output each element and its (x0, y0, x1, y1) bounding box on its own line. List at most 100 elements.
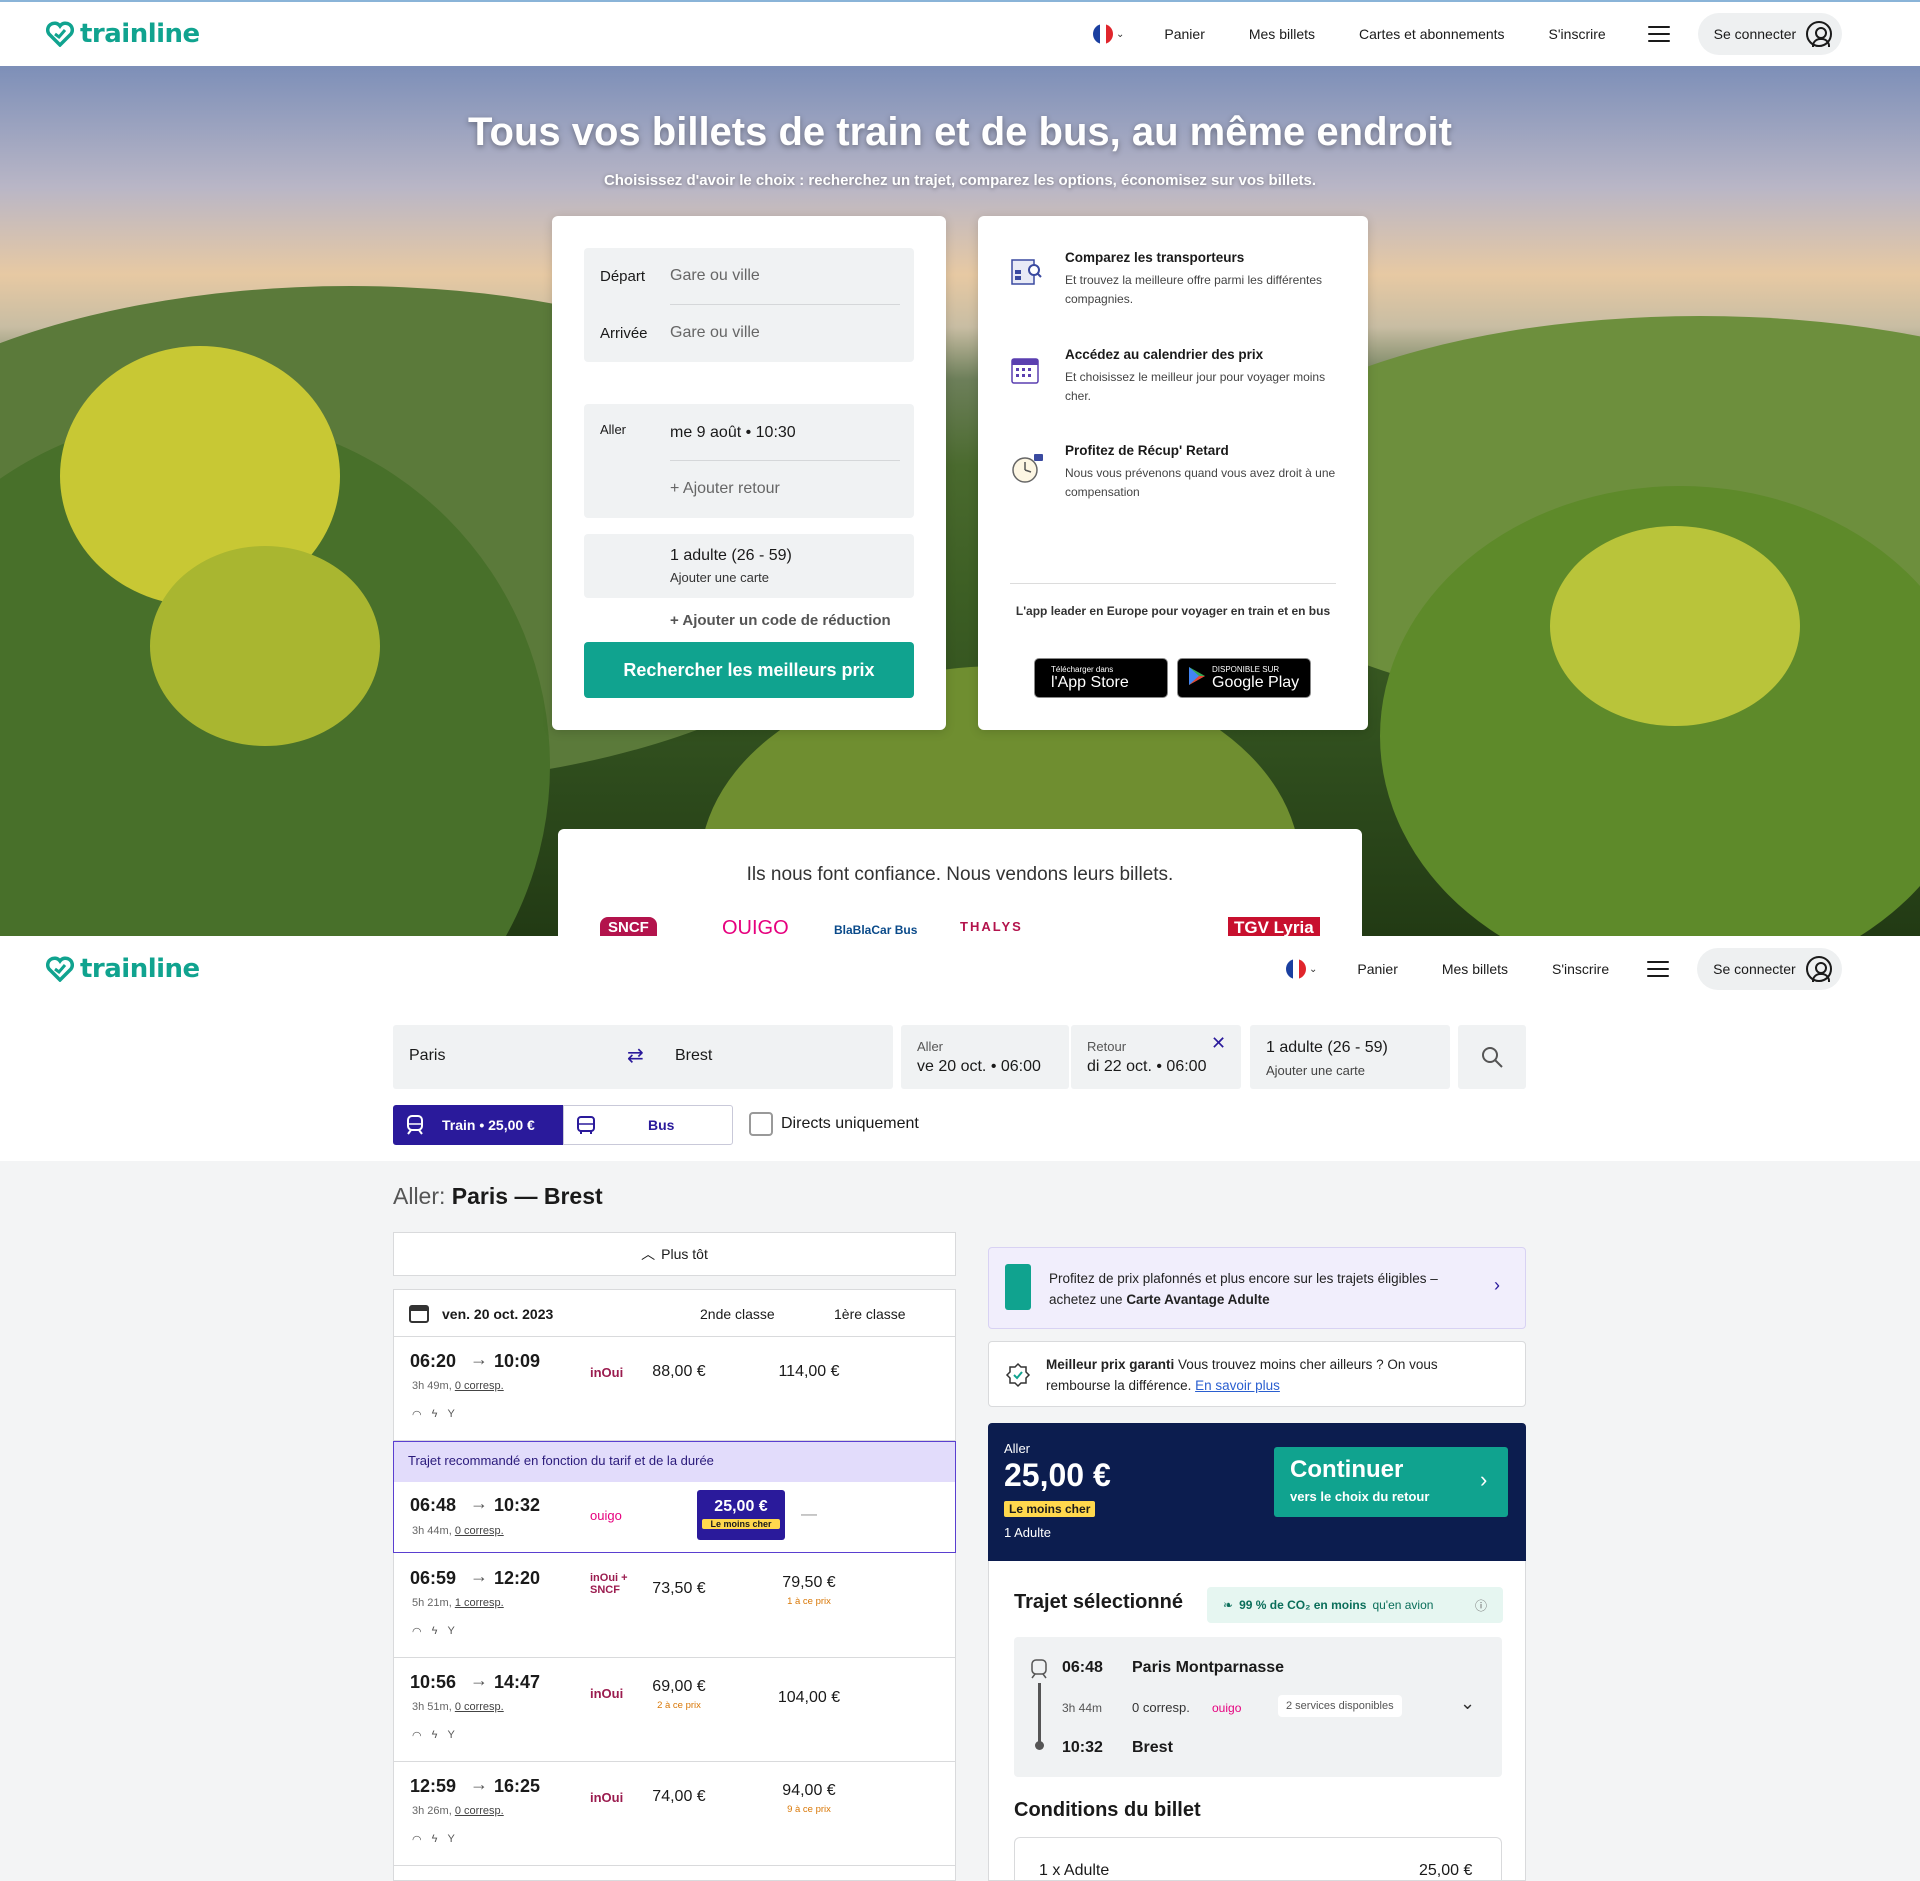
segment-dep-station: Paris Montparnasse (1132, 1659, 1285, 1676)
search-button[interactable]: Rechercher les meilleurs prix (584, 642, 914, 698)
arrow-right-icon: → (470, 1566, 488, 1586)
departure-time: 10:56 (410, 1672, 457, 1692)
services-icons: ◠ ϟ Y (412, 1408, 455, 1421)
timeline-line (1038, 1683, 1041, 1743)
feature-text: Et trouvez la meilleure offre parmi les … (1065, 273, 1323, 306)
retour-field[interactable]: Retour di 22 oct. • 06:00 ✕ (1071, 1025, 1241, 1089)
continue-button[interactable]: Continuer vers le choix du retour › (1274, 1447, 1508, 1517)
tab-train[interactable]: Train • 25,00 € (393, 1105, 563, 1145)
segment-arr-station: Brest (1132, 1739, 1173, 1756)
price-first[interactable]: 104,00 € (744, 1689, 874, 1707)
price-first[interactable]: 114,00 € (744, 1363, 874, 1381)
direct-only-checkbox[interactable] (749, 1112, 773, 1136)
price-second[interactable]: 88,00 € (614, 1363, 744, 1381)
nav-cartes[interactable]: Cartes et abonnements (1359, 26, 1505, 42)
chevron-right-icon: › (1480, 1467, 1488, 1492)
services-icons: ◠ ϟ Y (412, 1729, 455, 1742)
segment-corresp: 0 corresp. (1132, 1700, 1190, 1715)
trust-title: Ils nous font confiance. Nous vendons le… (746, 864, 1174, 885)
results-background (0, 1161, 1920, 1881)
heart-logo-icon (46, 21, 74, 47)
app-store-button[interactable]: Télécharger dans l'App Store (1034, 658, 1168, 698)
summary-price: 25,00 € (1004, 1457, 1111, 1493)
from-station[interactable]: Paris (409, 1047, 445, 1065)
brand-name: trainline (80, 19, 200, 49)
app-promo-text: L'app leader en Europe pour voyager en t… (1015, 604, 1331, 618)
nav-panier[interactable]: Panier (1357, 961, 1397, 977)
promo-code-link[interactable]: + Ajouter un code de réduction (670, 612, 891, 629)
arrival-time: 10:32 (494, 1495, 541, 1515)
nav-mes-billets[interactable]: Mes billets (1249, 26, 1315, 42)
arrivee-input[interactable]: Gare ou ville (670, 324, 760, 342)
nav-panier[interactable]: Panier (1164, 26, 1204, 42)
googleplay-small-label: DISPONIBLE SUR (1212, 665, 1280, 674)
price-second[interactable]: 74,00 € (614, 1788, 744, 1806)
google-play-button[interactable]: DISPONIBLE SUR Google Play (1177, 658, 1311, 698)
add-card-link[interactable]: Ajouter une carte (670, 570, 769, 585)
clear-return-icon[interactable]: ✕ (1211, 1033, 1226, 1054)
passengers-block[interactable]: 1 adulte (26 - 59) Ajouter une carte (584, 534, 914, 598)
services-icons: ◠ ϟ Y (412, 1833, 455, 1846)
blablacar-logo: BlaBlaCar Bus (834, 923, 918, 936)
nav-inscrire[interactable]: S'inscrire (1552, 961, 1609, 977)
france-flag-icon (1093, 24, 1113, 44)
departure-time: 12:59 (410, 1776, 457, 1796)
nav-mes-billets[interactable]: Mes billets (1442, 961, 1508, 977)
segment-card[interactable]: 06:48 Paris Montparnasse 3h 44m 0 corres… (1014, 1637, 1502, 1777)
price-first[interactable]: 94,00 € (744, 1782, 874, 1800)
arrow-right-icon: → (470, 1774, 488, 1794)
add-card-link[interactable]: Ajouter une carte (1266, 1063, 1365, 1078)
continue-sublabel: vers le choix du retour (1290, 1489, 1430, 1504)
price-second[interactable]: 69,00 € (614, 1678, 744, 1696)
language-selector[interactable]: ⌄ (1093, 24, 1124, 44)
summary-pax: 1 Adulte (1004, 1525, 1051, 1540)
price-first-unavailable: — (801, 1506, 817, 1523)
duration: 3h 44m, 0 corresp. (412, 1525, 504, 1537)
appstore-big-label: l'App Store (1051, 674, 1129, 691)
conditions-line: 1 x Adulte (1039, 1862, 1110, 1879)
avantage-card-promo[interactable]: Profitez de prix plafonnés et plus encor… (988, 1247, 1526, 1329)
menu-icon[interactable] (1647, 961, 1670, 977)
recommended-row[interactable]: Trajet recommandé en fonction du tarif e… (393, 1441, 956, 1553)
search-submit-button[interactable] (1458, 1025, 1526, 1089)
services-icons: ◠ ϟ Y (412, 1625, 455, 1638)
learn-more-link[interactable]: En savoir plus (1195, 1378, 1280, 1393)
arrival-time: 16:25 (494, 1776, 541, 1796)
depart-input[interactable]: Gare ou ville (670, 267, 760, 285)
arrival-time: 14:47 (494, 1672, 541, 1692)
best-price-card: Meilleur prix garanti Vous trouvez moins… (988, 1341, 1526, 1407)
trainline-logo[interactable]: trainline (46, 954, 200, 984)
card-icon (1005, 1264, 1031, 1310)
trust-section: Ils nous font confiance. Nous vendons le… (558, 829, 1362, 936)
aller-date-input[interactable]: me 9 août • 10:30 (670, 424, 796, 442)
passengers-field[interactable]: 1 adulte (26 - 59) Ajouter une carte (1250, 1025, 1450, 1089)
language-selector[interactable]: ⌄ (1286, 959, 1317, 979)
journey-row[interactable]: 06:20 → 10:09 3h 49m, 0 corresp. ◠ ϟ Y inO… (394, 1337, 955, 1441)
aller-field[interactable]: Aller ve 20 oct. • 06:00 (901, 1025, 1069, 1089)
nav-inscrire[interactable]: S'inscrire (1549, 26, 1606, 42)
add-return-button[interactable]: + Ajouter retour (670, 480, 780, 498)
ouigo-logo: OUIGO (722, 917, 789, 936)
timeline-dot (1035, 1741, 1044, 1750)
trainline-logo[interactable]: trainline (46, 19, 200, 49)
tab-bus[interactable]: Bus (563, 1105, 733, 1145)
summary-label: Aller (1004, 1441, 1031, 1456)
journey-row[interactable]: 10:56 → 14:47 3h 51m, 0 corresp. ◠ ϟ Y inO… (394, 1658, 955, 1762)
earlier-button[interactable]: ︿ Plus tôt (393, 1232, 956, 1276)
menu-icon[interactable] (1647, 26, 1670, 42)
aller-label: Aller (917, 1039, 944, 1054)
segment-operator: ouigo (1212, 1701, 1242, 1715)
login-button[interactable]: Se connecter (1697, 948, 1842, 990)
chevron-down-icon[interactable]: ⌄ (1460, 1693, 1475, 1714)
price-first[interactable]: 79,50 € (744, 1574, 874, 1592)
price-second[interactable]: 73,50 € (614, 1580, 744, 1598)
journey-row[interactable]: 12:59 → 16:25 3h 26m, 0 corresp. ◠ ϟ Y inO… (394, 1762, 955, 1866)
journey-row[interactable]: 06:59 → 12:20 5h 21m, 1 corresp. ◠ ϟ Y inO… (394, 1554, 955, 1658)
user-icon (1805, 956, 1832, 982)
route-field[interactable]: Paris ⇄ Brest (393, 1025, 893, 1089)
arrival-time: 10:09 (494, 1351, 541, 1371)
col-second-class: 2nde classe (700, 1306, 775, 1322)
login-button[interactable]: Se connecter (1697, 13, 1843, 55)
swap-icon[interactable]: ⇄ (627, 1043, 644, 1068)
to-station[interactable]: Brest (675, 1047, 712, 1065)
